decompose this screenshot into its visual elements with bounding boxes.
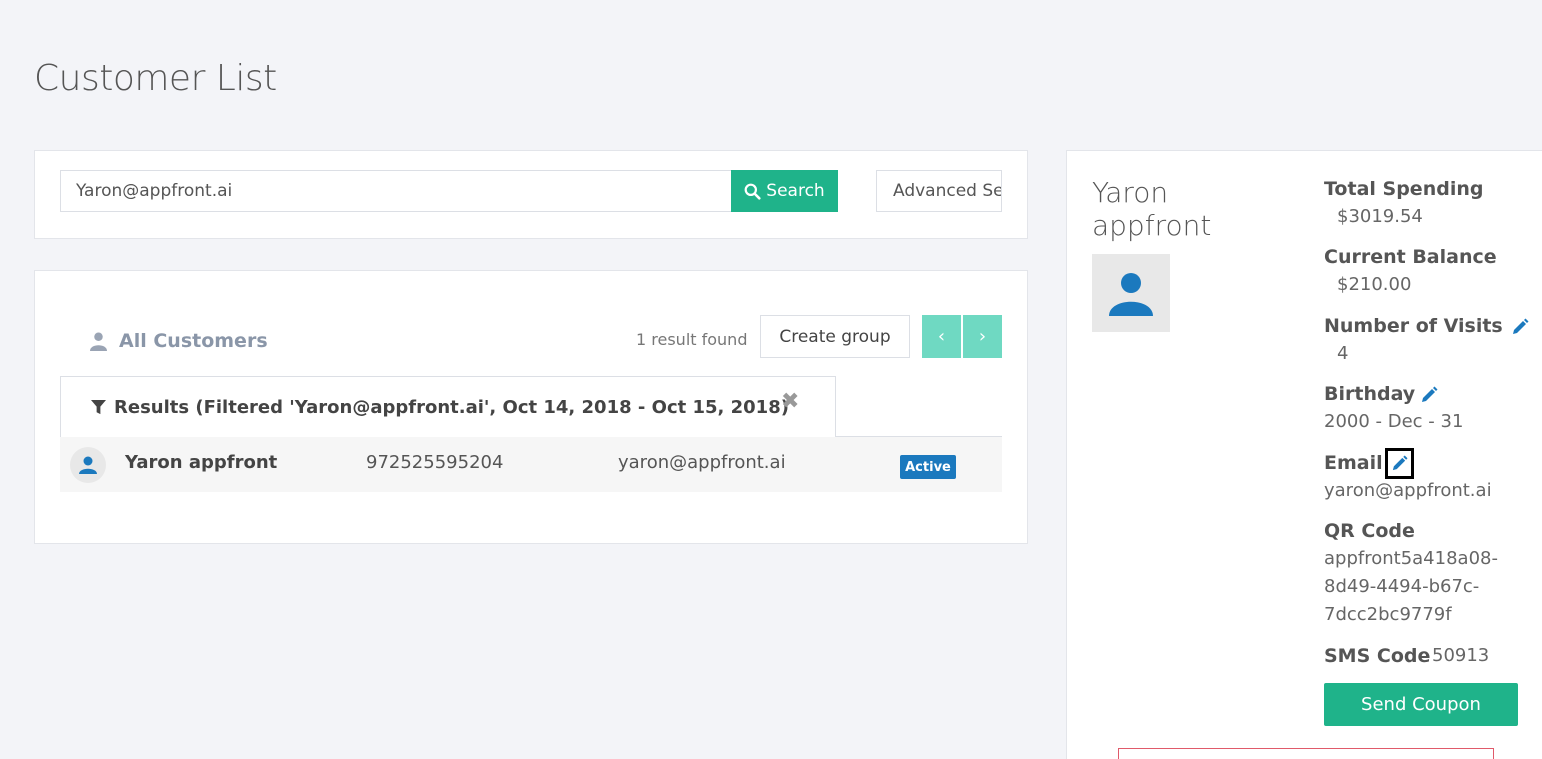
customer-name[interactable]: Yaron appfront (125, 452, 277, 473)
sms-code-value: 50913 (1432, 645, 1490, 666)
edit-email-pencil-icon (1392, 455, 1408, 471)
search-button[interactable]: Search (731, 170, 838, 212)
edit-email-button[interactable] (1384, 448, 1414, 479)
edit-visits-pencil-icon[interactable] (1511, 318, 1529, 336)
prev-page-button[interactable]: ‹ (922, 315, 961, 358)
qr-code-line-1: appfront5a418a08- (1324, 548, 1498, 569)
birthday-label: Birthday (1324, 383, 1416, 405)
chevron-left-icon: ‹ (937, 326, 946, 347)
search-icon (744, 183, 761, 200)
edit-birthday-pencil-icon[interactable] (1420, 386, 1438, 404)
result-count: 1 result found (636, 330, 748, 349)
avatar (1092, 254, 1170, 332)
visits-value: 4 (1337, 343, 1349, 364)
total-spending-label: Total Spending (1324, 178, 1484, 200)
alert-box (1118, 748, 1494, 759)
filter-icon (91, 399, 106, 414)
visits-label-row: Number of Visits (1324, 315, 1529, 337)
send-coupon-button[interactable]: Send Coupon (1324, 683, 1518, 726)
user-icon (1109, 273, 1153, 316)
visits-label: Number of Visits (1324, 315, 1503, 337)
all-customers-label: All Customers (119, 330, 268, 352)
total-spending-value: $3019.54 (1337, 206, 1423, 227)
clear-filter-close-icon[interactable]: ✖ (781, 389, 799, 414)
email-label-row: Email (1324, 448, 1414, 479)
chevron-right-icon: › (978, 326, 987, 347)
filter-label: Results (Filtered 'Yaron@appfront.ai', O… (114, 396, 789, 418)
current-balance-value: $210.00 (1337, 274, 1412, 295)
birthday-value: 2000 - Dec - 31 (1324, 411, 1464, 432)
email-value: yaron@appfront.ai (1324, 480, 1492, 501)
user-icon (90, 332, 107, 351)
customer-detail-name: Yaron appfront (1092, 176, 1212, 242)
advanced-search-button[interactable]: Advanced Search (876, 170, 1002, 212)
avatar (70, 447, 106, 483)
qr-code-line-3: 7dcc2bc9779f (1324, 604, 1452, 625)
results-filter-tab[interactable]: Results (Filtered 'Yaron@appfront.ai', O… (60, 376, 836, 437)
qr-code-line-2: 8d49-4494-b67c- (1324, 576, 1480, 597)
sms-code-label: SMS Code (1324, 645, 1431, 667)
search-input[interactable]: Yaron@appfront.ai (60, 170, 732, 212)
email-label: Email (1324, 452, 1383, 474)
customer-phone: 972525595204 (366, 452, 504, 473)
user-icon (79, 456, 97, 474)
search-button-label: Search (766, 181, 825, 201)
next-page-button[interactable]: › (963, 315, 1002, 358)
birthday-label-row: Birthday (1324, 383, 1438, 405)
all-customers-heading[interactable]: All Customers (90, 330, 268, 352)
current-balance-label: Current Balance (1324, 246, 1497, 268)
status-badge: Active (900, 455, 956, 479)
page-title: Customer List (34, 58, 277, 99)
create-group-button[interactable]: Create group (760, 315, 910, 358)
qr-code-label: QR Code (1324, 520, 1415, 542)
customer-email: yaron@appfront.ai (618, 452, 786, 473)
